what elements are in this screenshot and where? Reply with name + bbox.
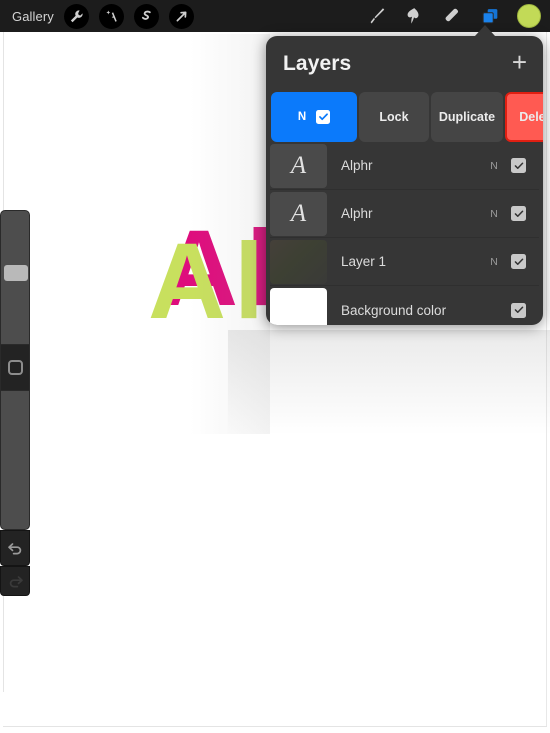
left-sidebar xyxy=(0,210,30,596)
brush-size-slider-thumb[interactable] xyxy=(4,265,28,281)
layer-name: Layer 1 xyxy=(341,254,387,269)
actions-wrench-button[interactable] xyxy=(63,3,89,29)
checkmark-icon xyxy=(514,257,523,265)
layers-panel-header: Layers + xyxy=(266,36,543,92)
paint-brush-button[interactable] xyxy=(357,0,395,32)
layers-icon xyxy=(482,9,498,24)
eraser-button[interactable] xyxy=(433,0,471,32)
brush-size-slider[interactable] xyxy=(0,210,30,345)
layer-name: Alphr xyxy=(341,206,373,221)
artwork-letter-a-front: A xyxy=(148,220,226,341)
layers-panel: Layers + N Lock Duplicate Delete A Alphr… xyxy=(266,36,543,325)
transform-arrow-icon xyxy=(176,11,187,21)
layer-name: Background color xyxy=(341,302,447,318)
magic-wand-icon xyxy=(106,10,117,22)
layer-blend-mode[interactable]: N xyxy=(483,208,505,220)
layer-visibility-checkbox[interactable] xyxy=(511,302,526,318)
square-icon xyxy=(7,360,23,375)
duplicate-button[interactable]: Duplicate xyxy=(431,92,503,142)
wrench-icon xyxy=(70,9,83,22)
layer-visibility-checkbox[interactable] xyxy=(511,158,526,173)
blend-visibility-checkbox[interactable] xyxy=(316,110,331,124)
checkmark-icon xyxy=(514,209,523,217)
layer-name: Alphr xyxy=(341,158,373,173)
smudge-icon xyxy=(407,8,419,24)
canvas-right-border xyxy=(546,32,547,727)
popover-pointer xyxy=(475,25,495,36)
undo-button[interactable] xyxy=(0,530,30,566)
gallery-button[interactable]: Gallery xyxy=(12,9,54,24)
add-layer-button[interactable]: + xyxy=(512,49,527,76)
adjustments-button[interactable] xyxy=(98,3,124,29)
lock-button[interactable]: Lock xyxy=(359,92,429,142)
selection-button[interactable] xyxy=(133,3,159,29)
eraser-icon xyxy=(445,8,459,22)
transform-button[interactable] xyxy=(168,3,194,29)
layer-list: A Alphr N A Alphr N Layer 1 N Background… xyxy=(266,142,543,325)
canvas-bottom-border xyxy=(3,726,547,727)
layer-thumbnail[interactable]: A xyxy=(270,143,327,188)
checkmark-icon xyxy=(318,113,328,121)
page-title: Layers xyxy=(283,52,352,75)
checkmark-icon xyxy=(514,161,523,169)
table-row[interactable]: Background color xyxy=(270,286,539,325)
brush-opacity-slider[interactable] xyxy=(0,390,30,590)
undo-icon xyxy=(7,543,21,555)
layer-thumbnail[interactable] xyxy=(270,239,327,284)
redo-button[interactable] xyxy=(0,566,30,596)
procreate-app: A l A l Gallery Layers + N Lock Duplicat… xyxy=(0,0,550,733)
delete-button[interactable]: Delete xyxy=(505,92,543,142)
table-row[interactable]: A Alphr N xyxy=(270,190,539,238)
checkmark-icon xyxy=(514,306,523,313)
artwork-letter-l-front: l xyxy=(234,220,265,341)
table-row[interactable]: A Alphr N xyxy=(270,142,539,190)
layer-thumbnail[interactable]: A xyxy=(270,191,327,236)
blend-mode-button[interactable]: N xyxy=(271,92,357,142)
layer-actions-row: N Lock Duplicate Delete xyxy=(266,92,543,142)
table-row[interactable]: Layer 1 N xyxy=(270,238,539,286)
layer-thumbnail[interactable] xyxy=(270,288,327,325)
modify-button[interactable] xyxy=(0,345,30,390)
redo-icon xyxy=(9,576,23,588)
brush-icon xyxy=(370,8,385,24)
top-toolbar: Gallery xyxy=(0,0,550,32)
color-swatch-button[interactable] xyxy=(517,4,541,28)
layer-visibility-checkbox[interactable] xyxy=(511,254,526,269)
layer-blend-mode[interactable]: N xyxy=(483,160,505,172)
smudge-button[interactable] xyxy=(395,0,433,32)
blend-mode-label: N xyxy=(297,111,307,123)
layer-blend-mode[interactable]: N xyxy=(483,256,505,268)
layer-visibility-checkbox[interactable] xyxy=(511,206,526,221)
selection-s-icon xyxy=(141,10,151,20)
